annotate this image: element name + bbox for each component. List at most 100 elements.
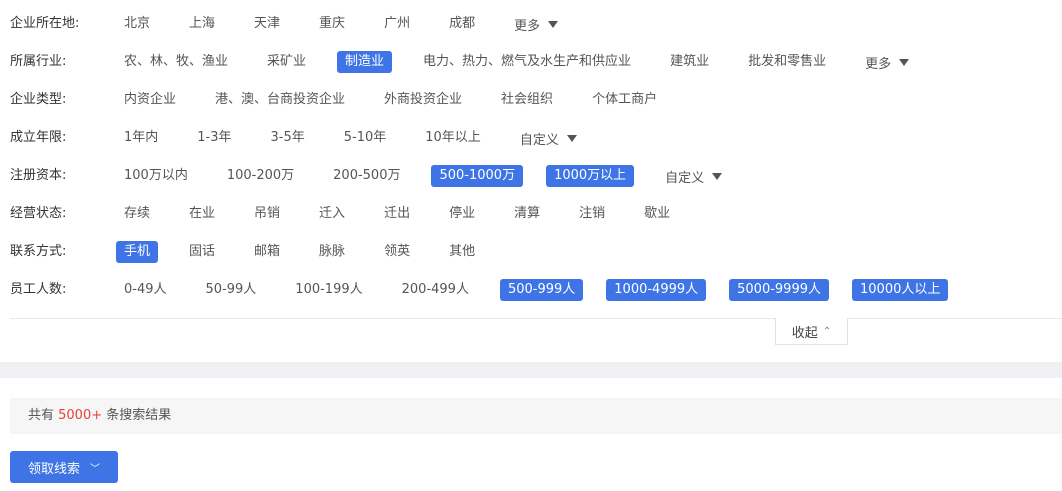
caret-down-icon — [548, 20, 559, 28]
filter-option[interactable]: 北京 — [116, 13, 158, 35]
filter-row: 联系方式: 手机 固话 邮箱 脉脉 领英 其他 — [10, 233, 1062, 271]
filter-more-dropdown[interactable]: 自定义 — [657, 165, 730, 187]
filter-option[interactable]: 个体工商户 — [584, 89, 665, 111]
filter-options: 存续 在业 吊销 迁入 迁出 停业 清算 注销 歇业 — [116, 195, 701, 233]
filter-label: 联系方式: — [10, 244, 67, 259]
filter-label: 企业类型: — [10, 92, 67, 107]
filter-option[interactable]: 固话 — [181, 241, 223, 263]
caret-down-icon — [899, 58, 910, 66]
filter-label: 经营状态: — [10, 206, 67, 221]
filter-option-selected[interactable]: 5000-9999人 — [729, 279, 829, 301]
filter-label: 企业所在地: — [10, 16, 80, 31]
filter-option-selected[interactable]: 1000万以上 — [546, 165, 635, 187]
filter-row: 注册资本: 100万以内 100-200万 200-500万 500-1000万 1000… — [10, 157, 1062, 195]
filter-option[interactable]: 外商投资企业 — [376, 89, 470, 111]
result-count: 5000+ — [58, 408, 103, 423]
filter-row: 成立年限: 1年内 1-3年 3-5年 5-10年 10年以上 自定义 — [10, 119, 1062, 157]
filter-option[interactable]: 注销 — [571, 203, 613, 225]
filter-option[interactable]: 成都 — [441, 13, 483, 35]
filter-option[interactable]: 邮箱 — [246, 241, 288, 263]
filter-option-selected[interactable]: 手机 — [116, 241, 159, 263]
filter-option[interactable]: 100-199人 — [287, 279, 370, 301]
filter-option[interactable]: 5-10年 — [336, 127, 395, 149]
result-prefix: 共有 — [28, 408, 59, 423]
filter-row: 经营状态: 存续 在业 吊销 迁入 迁出 停业 清算 注销 歇业 — [10, 195, 1062, 233]
filter-options: 0-49人 50-99人 100-199人 200-499人 500-999人 1000-… — [116, 271, 971, 309]
filter-row: 所属行业: 农、林、牧、渔业 采矿业 制造业 电力、热力、燃气及水生产和供应业 建筑业 批发… — [10, 43, 1062, 81]
filter-option[interactable]: 天津 — [246, 13, 288, 35]
filter-label: 所属行业: — [10, 54, 67, 69]
filter-options: 农、林、牧、渔业 采矿业 制造业 电力、热力、燃气及水生产和供应业 建筑业 批发和零售业 更… — [116, 43, 917, 81]
filter-option[interactable]: 50-99人 — [198, 279, 265, 301]
filter-row: 企业类型: 内资企业 港、澳、台商投资企业 外商投资企业 社会组织 个体工商户 — [10, 81, 1062, 119]
filter-label: 注册资本: — [10, 168, 67, 183]
filter-option[interactable]: 歇业 — [636, 203, 678, 225]
chevron-down-icon: ﹀ — [90, 463, 100, 475]
filter-option[interactable]: 脉脉 — [311, 241, 353, 263]
filter-options: 北京 上海 天津 重庆 广州 成都 更多 — [116, 5, 566, 43]
filter-option[interactable]: 重庆 — [311, 13, 353, 35]
get-leads-label: 领取线索 — [27, 461, 80, 477]
filter-option[interactable]: 在业 — [181, 203, 223, 225]
filter-option[interactable]: 内资企业 — [116, 89, 184, 111]
filter-option-selected[interactable]: 500-1000万 — [431, 165, 524, 187]
filter-option[interactable]: 迁出 — [376, 203, 418, 225]
filter-option[interactable]: 1-3年 — [189, 127, 239, 149]
filter-more-label: 更多 — [865, 56, 892, 72]
result-text: 共有 5000+ 条搜索结果 — [28, 408, 171, 423]
filter-options: 手机 固话 邮箱 脉脉 领英 其他 — [116, 233, 506, 271]
filter-option[interactable]: 吊销 — [246, 203, 288, 225]
filter-option[interactable]: 港、澳、台商投资企业 — [207, 89, 353, 111]
filter-option[interactable]: 0-49人 — [116, 279, 175, 301]
filter-more-dropdown[interactable]: 自定义 — [512, 127, 585, 149]
filter-option[interactable]: 上海 — [181, 13, 223, 35]
filter-option[interactable]: 存续 — [116, 203, 158, 225]
filter-row: 企业所在地: 北京 上海 天津 重庆 广州 成都 更多 — [10, 5, 1062, 43]
filter-options: 100万以内 100-200万 200-500万 500-1000万 1000万以上 自定… — [116, 157, 730, 195]
filter-option[interactable]: 迁入 — [311, 203, 353, 225]
filter-option[interactable]: 批发和零售业 — [740, 51, 834, 73]
filter-options: 内资企业 港、澳、台商投资企业 外商投资企业 社会组织 个体工商户 — [116, 81, 688, 119]
filter-option[interactable]: 建筑业 — [662, 51, 717, 73]
filter-option[interactable]: 100万以内 — [116, 165, 196, 187]
filter-option-selected[interactable]: 10000人以上 — [852, 279, 949, 301]
filter-option[interactable]: 其他 — [441, 241, 483, 263]
filter-option-selected[interactable]: 500-999人 — [499, 279, 584, 301]
filter-more-dropdown[interactable]: 更多 — [857, 51, 917, 73]
result-summary: 共有 5000+ 条搜索结果 — [10, 398, 1062, 434]
filter-option[interactable]: 清算 — [506, 203, 548, 225]
filter-option-selected[interactable]: 制造业 — [337, 51, 393, 73]
filter-option-selected[interactable]: 1000-4999人 — [606, 279, 707, 301]
filter-label: 成立年限: — [10, 130, 67, 145]
filter-option[interactable]: 停业 — [441, 203, 483, 225]
filter-option[interactable]: 100-200万 — [219, 165, 302, 187]
filter-options: 1年内 1-3年 3-5年 5-10年 10年以上 自定义 — [116, 119, 585, 157]
section-separator — [0, 362, 1062, 378]
filter-option[interactable]: 广州 — [376, 13, 418, 35]
filter-option[interactable]: 10年以上 — [417, 127, 489, 149]
filter-more-label: 自定义 — [519, 132, 559, 148]
result-suffix: 条搜索结果 — [102, 408, 172, 423]
filter-more-label: 更多 — [514, 18, 541, 34]
filter-option[interactable]: 社会组织 — [493, 89, 561, 111]
filter-more-label: 自定义 — [665, 170, 705, 186]
filter-label: 员工人数: — [10, 282, 67, 297]
filter-row: 员工人数: 0-49人 50-99人 100-199人 200-499人 500-999人… — [10, 271, 1062, 309]
filter-option[interactable]: 领英 — [376, 241, 418, 263]
filter-option[interactable]: 农、林、牧、渔业 — [116, 51, 236, 73]
chevron-up-icon: ⌃ — [822, 325, 832, 337]
filter-panel: 企业所在地: 北京 上海 天津 重庆 广州 成都 更多 所属行业: 农、林、牧、渔业 采矿业 制造业电… — [10, 5, 1062, 309]
filter-option[interactable]: 采矿业 — [259, 51, 314, 73]
filter-option[interactable]: 电力、热力、燃气及水生产和供应业 — [415, 51, 639, 73]
filter-option[interactable]: 200-499人 — [394, 279, 477, 301]
caret-down-icon — [712, 172, 723, 180]
filter-option[interactable]: 3-5年 — [263, 127, 313, 149]
filter-option[interactable]: 1年内 — [116, 127, 166, 149]
divider — [10, 318, 1062, 319]
filter-more-dropdown[interactable]: 更多 — [506, 13, 566, 35]
get-leads-button[interactable]: 领取线索 ﹀ — [10, 451, 118, 483]
filter-option[interactable]: 200-500万 — [325, 165, 408, 187]
caret-down-icon — [566, 134, 577, 142]
collapse-label: 收起 — [791, 325, 818, 341]
collapse-button[interactable]: 收起 ⌃ — [775, 318, 848, 345]
